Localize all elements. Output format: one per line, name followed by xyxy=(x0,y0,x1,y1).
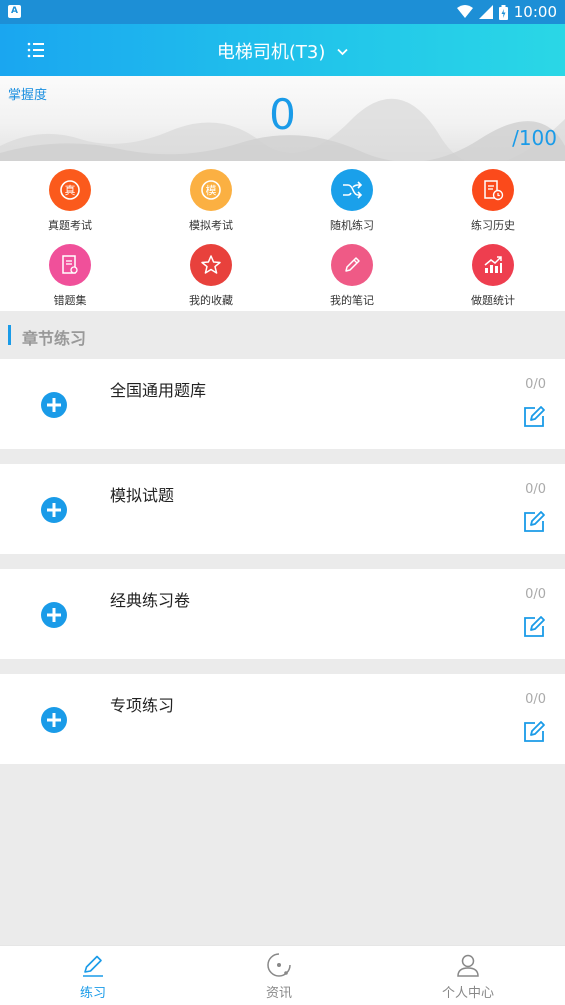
tab-label: 资讯 xyxy=(265,986,292,1001)
chapter-card[interactable]: 专项练习 0/0 xyxy=(0,674,565,764)
quick-action-label: 我的笔记 xyxy=(330,294,374,307)
subject-selector[interactable]: 电梯司机(T3) xyxy=(0,38,565,64)
chapter-count: 0/0 xyxy=(525,482,546,497)
mistake-doc-icon xyxy=(49,244,91,286)
section-title: 章节练习 xyxy=(22,329,87,348)
edit-icon xyxy=(524,406,545,427)
add-button[interactable] xyxy=(41,602,67,628)
shuffle-icon xyxy=(331,169,373,211)
mock-exam-button[interactable]: 模 模拟考试 xyxy=(161,169,261,233)
star-icon xyxy=(190,244,232,286)
signal-icon xyxy=(478,5,493,19)
chapter-card[interactable]: 经典练习卷 0/0 xyxy=(0,569,565,659)
add-button[interactable] xyxy=(41,392,67,418)
history-doc-icon xyxy=(472,169,514,211)
add-button[interactable] xyxy=(41,497,67,523)
notes-button[interactable]: 我的笔记 xyxy=(302,244,402,308)
favorites-button[interactable]: 我的收藏 xyxy=(161,244,261,308)
battery-icon xyxy=(498,4,508,20)
chapter-title: 专项练习 xyxy=(110,696,175,715)
section-header: 章节练习 xyxy=(0,311,565,359)
svg-text:模: 模 xyxy=(206,184,217,197)
quick-action-label: 错题集 xyxy=(53,294,87,307)
wifi-icon xyxy=(456,5,473,18)
edit-button[interactable] xyxy=(522,615,546,639)
zhen-badge-icon: 真 xyxy=(49,169,91,211)
edit-icon xyxy=(524,511,545,532)
chapter-count: 0/0 xyxy=(525,377,546,392)
page-title: 电梯司机(T3) xyxy=(216,42,326,63)
quick-action-label: 随机练习 xyxy=(330,219,374,232)
chevron-down-icon xyxy=(337,45,348,59)
tab-news[interactable]: 资讯 xyxy=(224,952,334,1001)
quick-action-label: 真题考试 xyxy=(48,219,92,232)
mistakes-button[interactable]: 错题集 xyxy=(20,244,120,308)
status-time: 10:00 xyxy=(513,3,557,21)
status-bar: A 10:00 xyxy=(0,0,565,24)
user-icon xyxy=(457,954,479,977)
svg-text:真: 真 xyxy=(65,183,76,197)
edit-button[interactable] xyxy=(522,720,546,744)
edit-button[interactable] xyxy=(522,510,546,534)
app-header: 电梯司机(T3) xyxy=(0,24,565,76)
bottom-nav: 练习 资讯 个人中心 xyxy=(0,945,565,1005)
quick-action-label: 我的收藏 xyxy=(189,294,233,307)
pencil-icon xyxy=(331,244,373,286)
quick-actions-grid: 真 真题考试 模 模拟考试 随机练习 练习历史 错题集 我的收藏 我的笔记 做题… xyxy=(0,161,565,311)
tab-label: 练习 xyxy=(79,986,106,1001)
mo-badge-icon: 模 xyxy=(190,169,232,211)
random-practice-button[interactable]: 随机练习 xyxy=(302,169,402,233)
mastery-banner: 掌握度 0 /100 xyxy=(0,76,565,161)
chapter-card[interactable]: 全国通用题库 0/0 xyxy=(0,359,565,449)
pencil-icon xyxy=(83,955,103,977)
status-icons: 10:00 xyxy=(456,3,557,21)
app-notification-icon: A xyxy=(8,5,21,18)
plus-circle-icon xyxy=(41,497,67,523)
plus-circle-icon xyxy=(41,602,67,628)
edit-icon xyxy=(524,616,545,637)
real-exam-button[interactable]: 真 真题考试 xyxy=(20,169,120,233)
tab-label: 个人中心 xyxy=(441,986,494,1001)
plus-circle-icon xyxy=(41,707,67,733)
quick-action-label: 练习历史 xyxy=(471,219,515,232)
statistics-button[interactable]: 做题统计 xyxy=(443,244,543,308)
tab-practice[interactable]: 练习 xyxy=(38,952,148,1001)
edit-icon xyxy=(524,721,545,742)
news-icon xyxy=(267,953,291,977)
plus-circle-icon xyxy=(41,392,67,418)
edit-button[interactable] xyxy=(522,405,546,429)
chapter-title: 全国通用题库 xyxy=(110,381,207,400)
chapter-title: 模拟试题 xyxy=(110,486,175,505)
chapter-count: 0/0 xyxy=(525,587,546,602)
quick-action-label: 模拟考试 xyxy=(189,219,233,232)
practice-history-button[interactable]: 练习历史 xyxy=(443,169,543,233)
mastery-value: 0 xyxy=(269,90,296,139)
chapter-card[interactable]: 模拟试题 0/0 xyxy=(0,464,565,554)
chapter-count: 0/0 xyxy=(525,692,546,707)
add-button[interactable] xyxy=(41,707,67,733)
stats-chart-icon xyxy=(472,244,514,286)
mastery-total: /100 xyxy=(512,126,557,150)
section-accent-bar xyxy=(8,325,11,345)
quick-action-label: 做题统计 xyxy=(471,294,515,307)
chapter-title: 经典练习卷 xyxy=(110,591,191,610)
tab-profile[interactable]: 个人中心 xyxy=(413,952,523,1001)
